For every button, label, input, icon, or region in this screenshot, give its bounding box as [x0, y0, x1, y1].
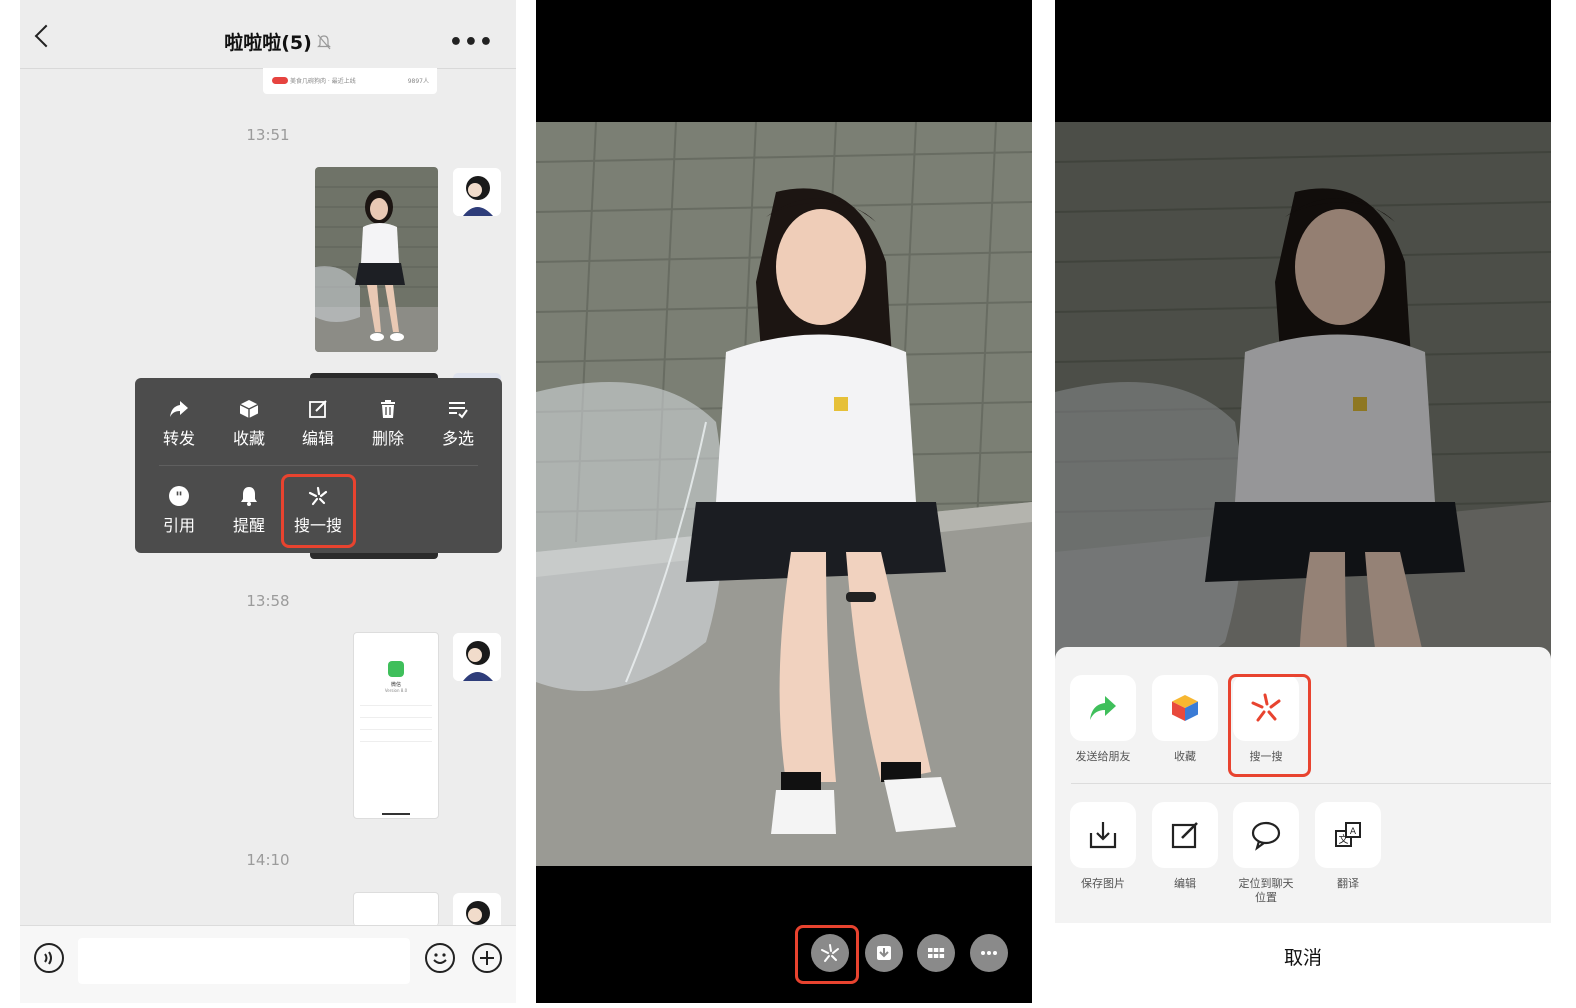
divider [360, 729, 432, 730]
timestamp: 13:51 [246, 126, 290, 144]
forward-icon [170, 401, 188, 417]
more-icon [981, 951, 997, 955]
photo-thumbnail [315, 167, 438, 352]
cancel-label: 取消 [1283, 947, 1322, 969]
trash-icon [381, 400, 395, 418]
edit-icon [309, 400, 327, 418]
timestamp: 14:10 [246, 851, 290, 869]
highlight-box [281, 474, 356, 548]
svg-text:": " [175, 490, 182, 506]
image-message[interactable]: 微信 Version 8.0 [353, 632, 439, 819]
link-card-preview[interactable]: 美食几碗狗肉 · 最近上线 9897人 [263, 68, 437, 94]
wechat-logo-icon [388, 661, 404, 677]
divider [360, 717, 432, 718]
chat-input-bar [20, 925, 516, 1003]
avatar-image [453, 168, 501, 216]
svg-text:A: A [1350, 827, 1357, 837]
svg-text:文: 文 [1339, 833, 1349, 846]
menu-item-label: 引用 [162, 516, 195, 535]
menu-item-label: 编辑 [301, 429, 334, 448]
dimmed-photo [1055, 122, 1551, 682]
plus-icon[interactable] [472, 943, 502, 973]
voice-input-icon[interactable] [34, 943, 64, 973]
menu-item-label: 转发 [162, 429, 195, 448]
option-label: 翻译 [1337, 877, 1359, 890]
mute-bell-icon [317, 34, 331, 50]
quote-icon: " [169, 486, 189, 506]
menu-item-label: 收藏 [232, 429, 265, 448]
share-to-friend-option[interactable]: 发送给朋友 [1062, 675, 1144, 764]
edit-icon [1171, 822, 1198, 849]
home-indicator [382, 813, 410, 815]
menu-item-quote[interactable]: " 引用 [144, 485, 214, 536]
multi-select-icon [449, 402, 468, 419]
avatar[interactable] [453, 633, 501, 681]
card-count: 9897人 [407, 78, 429, 85]
chat-screen: 啦啦啦(5) ••• 美食几碗狗肉 · 最近上线 9897人 13:51 转发 … [20, 0, 516, 1003]
avatar[interactable] [453, 168, 501, 216]
chat-nav-bar: 啦啦啦(5) ••• [20, 0, 516, 69]
option-label: 保存图片 [1081, 877, 1125, 890]
app-logo-icon [272, 77, 288, 84]
image-message[interactable] [353, 892, 439, 926]
menu-item-delete[interactable]: 删除 [353, 398, 423, 449]
menu-item-edit[interactable]: 编辑 [283, 398, 353, 449]
more-options-icon[interactable]: ••• [449, 30, 494, 55]
option-label: 定位到聊天位置 [1238, 877, 1294, 904]
favorite-cube-icon [239, 400, 259, 418]
image-viewer [536, 0, 1032, 1003]
image-message[interactable] [315, 167, 438, 352]
option-label: 编辑 [1174, 877, 1196, 890]
grid-icon [928, 948, 945, 958]
highlight-box [795, 925, 859, 984]
locate-chat-icon [1251, 821, 1281, 851]
app-version: Version 8.0 [384, 688, 408, 693]
divider [360, 705, 432, 706]
translate-option[interactable]: 文A 翻译 [1307, 802, 1389, 891]
download-button[interactable] [865, 934, 903, 972]
timestamp: 13:58 [246, 592, 290, 610]
menu-item-label: 多选 [441, 429, 474, 448]
message-input[interactable] [78, 938, 410, 984]
chat-title: 啦啦啦(5) [224, 32, 312, 54]
save-image-icon [1089, 822, 1117, 849]
menu-item-favorite[interactable]: 收藏 [214, 398, 284, 449]
share-sheet-screen: 发送给朋友 收藏 搜一搜 保存图片 编辑 定位到聊天位置 文A 翻译 取消 [1055, 0, 1551, 1003]
option-label: 收藏 [1174, 750, 1196, 763]
avatar-image [466, 901, 490, 925]
favorite-cube-icon [1172, 695, 1198, 721]
cancel-button[interactable]: 取消 [1055, 923, 1551, 1003]
locate-in-chat-option[interactable]: 定位到聊天位置 [1225, 802, 1307, 905]
bell-icon [241, 487, 257, 506]
action-sheet: 发送给朋友 收藏 搜一搜 保存图片 编辑 定位到聊天位置 文A 翻译 取消 [1055, 647, 1551, 1003]
menu-item-remind[interactable]: 提醒 [214, 485, 284, 536]
menu-item-forward[interactable]: 转发 [144, 398, 214, 449]
menu-item-multi-select[interactable]: 多选 [423, 398, 493, 449]
avatar[interactable] [453, 893, 501, 925]
favorite-option[interactable]: 收藏 [1144, 675, 1226, 764]
fullscreen-photo[interactable] [536, 122, 1032, 866]
edit-option[interactable]: 编辑 [1144, 802, 1226, 891]
translate-icon: 文A [1335, 822, 1361, 847]
dim-overlay[interactable] [1055, 122, 1551, 682]
divider [360, 741, 432, 742]
card-source: 美食几碗狗肉 · 最近上线 [290, 78, 356, 85]
menu-item-label: 删除 [371, 429, 404, 448]
more-button[interactable] [970, 934, 1008, 972]
emoji-icon[interactable] [425, 943, 455, 973]
download-icon [877, 946, 891, 960]
menu-item-label: 提醒 [232, 516, 265, 535]
avatar-image [453, 633, 501, 681]
share-arrow-icon [1090, 696, 1116, 720]
sheet-divider [1071, 783, 1551, 784]
app-name: 微信 [390, 682, 401, 688]
highlight-box [1228, 674, 1311, 777]
option-label: 发送给朋友 [1075, 750, 1131, 763]
photo-image [536, 122, 1032, 866]
menu-divider [159, 465, 478, 466]
save-image-option[interactable]: 保存图片 [1062, 802, 1144, 891]
grid-button[interactable] [917, 934, 955, 972]
